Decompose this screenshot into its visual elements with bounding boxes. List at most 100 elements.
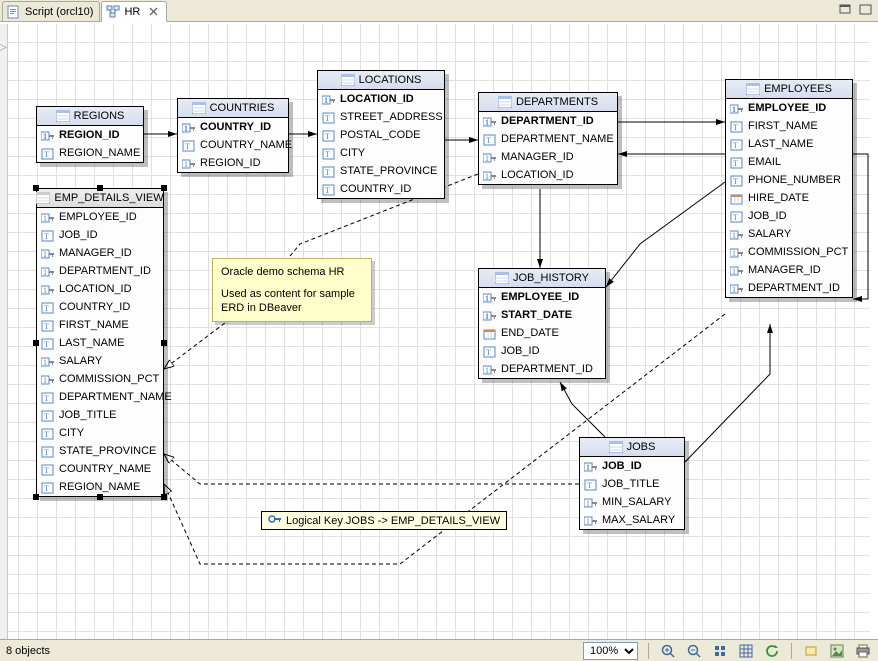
entity-column[interactable]: 1COMMISSION_PCT (726, 243, 852, 261)
fk-column-icon: 1 (41, 373, 55, 387)
text-column-icon: T (730, 210, 744, 224)
table-icon (498, 95, 512, 109)
entity-column[interactable]: TCOUNTRY_NAME (178, 136, 288, 154)
fk-column-icon: 1 (41, 247, 55, 261)
entity-header[interactable]: EMPLOYEES (726, 80, 852, 99)
entity-regions[interactable]: REGIONS1REGION_IDTREGION_NAME (36, 106, 144, 163)
entity-column[interactable]: TPOSTAL_CODE (318, 126, 444, 144)
entity-column[interactable]: TFIRST_NAME (37, 316, 163, 334)
entity-column[interactable]: 1 EMPLOYEE_ID (37, 208, 163, 226)
zoom-in-button[interactable] (659, 642, 677, 660)
entity-header[interactable]: JOBS (580, 438, 684, 457)
refresh-button[interactable] (763, 642, 781, 660)
entity-column[interactable]: 1START_DATE (479, 306, 605, 324)
entity-column[interactable]: TCITY (318, 144, 444, 162)
entity-header[interactable]: EMP_DETAILS_VIEW (37, 189, 163, 208)
entity-column[interactable]: TJOB_TITLE (580, 475, 684, 493)
entity-column[interactable]: 1EMPLOYEE_ID (479, 288, 605, 306)
entity-jobs[interactable]: JOBS1JOB_IDTJOB_TITLE1MIN_SALARY1MAX_SAL… (579, 437, 685, 530)
entity-column[interactable]: 1EMPLOYEE_ID (726, 99, 852, 117)
column-name: REGION_NAME (59, 145, 140, 162)
entity-column[interactable]: END_DATE (479, 324, 605, 342)
tab-script[interactable]: Script (orcl10) (2, 1, 100, 21)
text-column-icon: T (483, 345, 497, 359)
minimize-view-icon[interactable] (838, 3, 854, 17)
column-name: EMPLOYEE_ID (59, 209, 137, 226)
entity-column[interactable]: T JOB_ID (479, 342, 605, 360)
entity-column[interactable]: TCOUNTRY_ID (318, 180, 444, 198)
entity-header[interactable]: COUNTRIES (178, 99, 288, 118)
entity-column[interactable]: 1MIN_SALARY (580, 493, 684, 511)
diagram-icon (106, 5, 120, 19)
entity-column[interactable]: HIRE_DATE (726, 189, 852, 207)
entity-column[interactable]: 1LOCATION_ID (479, 166, 617, 184)
close-icon[interactable] (148, 6, 160, 18)
fit-button[interactable] (711, 642, 729, 660)
export-button[interactable] (802, 642, 820, 660)
entity-header[interactable]: DEPARTMENTS (479, 93, 617, 112)
entity-column[interactable]: TJOB_ID (726, 207, 852, 225)
entity-column[interactable]: 1REGION_ID (37, 126, 143, 144)
entity-emp_details_view[interactable]: EMP_DETAILS_VIEW 1 EMPLOYEE_IDTJOB_ID1MANA… (36, 188, 164, 497)
entity-column[interactable]: 1SALARY (726, 225, 852, 243)
entity-column[interactable]: TDEPARTMENT_NAME (479, 130, 617, 148)
save-image-button[interactable] (828, 642, 846, 660)
entity-column[interactable]: 1JOB_ID (580, 457, 684, 475)
text-column-icon: T (41, 427, 55, 441)
entity-column[interactable]: 1SALARY (37, 352, 163, 370)
entity-column[interactable]: 1DEPARTMENT_ID (726, 279, 852, 297)
svg-text:T: T (44, 484, 49, 493)
entity-departments[interactable]: DEPARTMENTS 1DEPARTMENT_IDTDEPARTMENT_NAM… (478, 92, 618, 185)
entity-countries[interactable]: COUNTRIES1COUNTRY_IDTCOUNTRY_NAME1REGION… (177, 98, 289, 173)
erd-canvas[interactable]: ▷ (0, 24, 878, 639)
entity-column[interactable]: TSTREET_ADDRESS (318, 108, 444, 126)
entity-column[interactable]: TDEPARTMENT_NAME (37, 388, 163, 406)
entity-column[interactable]: TFIRST_NAME (726, 117, 852, 135)
entity-header[interactable]: REGIONS (37, 107, 143, 126)
entity-column[interactable]: 1LOCATION_ID (318, 90, 444, 108)
entity-column[interactable]: 1COUNTRY_ID (178, 118, 288, 136)
zoom-select[interactable]: 100% (583, 642, 638, 660)
entity-column[interactable]: TLAST_NAME (37, 334, 163, 352)
entity-column[interactable]: TCOUNTRY_NAME (37, 460, 163, 478)
entity-column[interactable]: TLAST_NAME (726, 135, 852, 153)
entity-locations[interactable]: LOCATIONS1LOCATION_IDTSTREET_ADDRESSTPOS… (317, 70, 445, 199)
entity-column[interactable]: 1MANAGER_ID (726, 261, 852, 279)
column-name: JOB_ID (501, 343, 540, 360)
entity-job_history[interactable]: JOB_HISTORY1EMPLOYEE_ID1START_DATEEND_DA… (478, 268, 606, 379)
entity-column[interactable]: 1MANAGER_ID (479, 148, 617, 166)
entity-column[interactable]: TJOB_TITLE (37, 406, 163, 424)
column-name: POSTAL_CODE (340, 127, 421, 144)
maximize-view-icon[interactable] (858, 3, 874, 17)
entity-column[interactable]: 1MANAGER_ID (37, 244, 163, 262)
print-button[interactable] (854, 642, 872, 660)
zoom-out-button[interactable] (685, 642, 703, 660)
entity-name: DEPARTMENTS (516, 96, 598, 108)
column-name: SALARY (59, 353, 102, 370)
entity-column[interactable]: 1DEPARTMENT_ID (37, 262, 163, 280)
tab-hr[interactable]: HR (101, 1, 167, 22)
pk-column-icon: 1 (41, 129, 55, 143)
entity-column[interactable]: 1LOCATION_ID (37, 280, 163, 298)
entity-column[interactable]: 1DEPARTMENT_ID (479, 112, 617, 130)
entity-header[interactable]: LOCATIONS (318, 71, 444, 90)
entity-column[interactable]: TPHONE_NUMBER (726, 171, 852, 189)
entity-employees[interactable]: EMPLOYEES1EMPLOYEE_IDTFIRST_NAMETLAST_NA… (725, 79, 853, 298)
entity-column[interactable]: 1MAX_SALARY (580, 511, 684, 529)
svg-text:1: 1 (43, 214, 47, 223)
entity-column[interactable]: 1REGION_ID (178, 154, 288, 172)
column-name: DEPARTMENT_NAME (59, 389, 172, 406)
entity-column[interactable]: TCITY (37, 424, 163, 442)
entity-header[interactable]: JOB_HISTORY (479, 269, 605, 288)
entity-column[interactable]: 1COMMISSION_PCT (37, 370, 163, 388)
diagram-note[interactable]: Oracle demo schema HR Used as content fo… (212, 258, 372, 322)
entity-column[interactable]: TEMAIL (726, 153, 852, 171)
entity-column[interactable]: 1DEPARTMENT_ID (479, 360, 605, 378)
entity-column[interactable]: TCOUNTRY_ID (37, 298, 163, 316)
entity-column[interactable]: TJOB_ID (37, 226, 163, 244)
entity-column[interactable]: TSTATE_PROVINCE (37, 442, 163, 460)
column-name: COUNTRY_ID (340, 181, 411, 198)
grid-toggle-button[interactable] (737, 642, 755, 660)
entity-column[interactable]: TSTATE_PROVINCE (318, 162, 444, 180)
entity-column[interactable]: TREGION_NAME (37, 144, 143, 162)
